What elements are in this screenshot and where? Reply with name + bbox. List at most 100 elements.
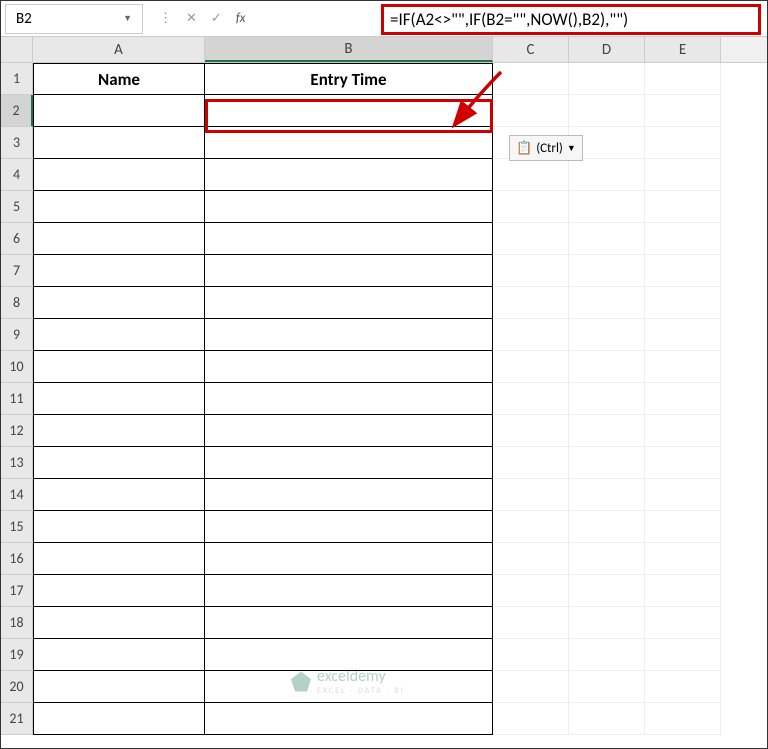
cell-C19[interactable] [493,639,569,671]
cell-E21[interactable] [645,703,721,735]
cell-E18[interactable] [645,607,721,639]
cell-C16[interactable] [493,543,569,575]
row-header[interactable]: 14 [1,479,33,511]
cell-B2[interactable] [205,95,493,127]
row-header[interactable]: 17 [1,575,33,607]
row-header[interactable]: 9 [1,319,33,351]
col-header-b[interactable]: B [205,37,493,62]
row-header[interactable]: 2 [1,95,33,127]
cell-D12[interactable] [569,415,645,447]
cell-B18[interactable] [205,607,493,639]
cell-A5[interactable] [33,191,205,223]
cell-B8[interactable] [205,287,493,319]
cell-C9[interactable] [493,319,569,351]
cell-A14[interactable] [33,479,205,511]
cell-B4[interactable] [205,159,493,191]
row-header[interactable]: 13 [1,447,33,479]
cell-B21[interactable] [205,703,493,735]
cell-A21[interactable] [33,703,205,735]
cancel-icon[interactable]: ✕ [186,11,197,26]
cell-A15[interactable] [33,511,205,543]
cell-D8[interactable] [569,287,645,319]
cell-C18[interactable] [493,607,569,639]
cell-C14[interactable] [493,479,569,511]
cell-E12[interactable] [645,415,721,447]
row-header[interactable]: 10 [1,351,33,383]
cell-E9[interactable] [645,319,721,351]
cell-A18[interactable] [33,607,205,639]
cell-A8[interactable] [33,287,205,319]
cell-A13[interactable] [33,447,205,479]
cell-A7[interactable] [33,255,205,287]
cell-D13[interactable] [569,447,645,479]
col-header-a[interactable]: A [33,37,205,62]
cell-A12[interactable] [33,415,205,447]
cell-B6[interactable] [205,223,493,255]
cell-A3[interactable] [33,127,205,159]
cell-E20[interactable] [645,671,721,703]
cell-B15[interactable] [205,511,493,543]
cell-C7[interactable] [493,255,569,287]
cell-E5[interactable] [645,191,721,223]
row-header[interactable]: 11 [1,383,33,415]
cell-D21[interactable] [569,703,645,735]
cell-D16[interactable] [569,543,645,575]
cell-B17[interactable] [205,575,493,607]
cell-B9[interactable] [205,319,493,351]
cell-C6[interactable] [493,223,569,255]
cell-A9[interactable] [33,319,205,351]
cell-A17[interactable] [33,575,205,607]
cell-A10[interactable] [33,351,205,383]
cell-D10[interactable] [569,351,645,383]
row-header[interactable]: 18 [1,607,33,639]
row-header[interactable]: 8 [1,287,33,319]
row-header[interactable]: 6 [1,223,33,255]
cell-D7[interactable] [569,255,645,287]
select-all-corner[interactable] [1,37,33,62]
cell-B13[interactable] [205,447,493,479]
row-header[interactable]: 19 [1,639,33,671]
row-header[interactable]: 12 [1,415,33,447]
cell-B7[interactable] [205,255,493,287]
cell-A2[interactable] [33,95,205,127]
cell-D6[interactable] [569,223,645,255]
cell-B10[interactable] [205,351,493,383]
cell-E17[interactable] [645,575,721,607]
cell-B5[interactable] [205,191,493,223]
cell-E2[interactable] [645,95,721,127]
cell-B11[interactable] [205,383,493,415]
cell-C12[interactable] [493,415,569,447]
cell-D20[interactable] [569,671,645,703]
cell-D2[interactable] [569,95,645,127]
name-box[interactable]: B2 ▼ [5,4,143,34]
row-header[interactable]: 4 [1,159,33,191]
cell-C13[interactable] [493,447,569,479]
row-header[interactable]: 3 [1,127,33,159]
cell-E3[interactable] [645,127,721,159]
chevron-down-icon[interactable]: ▼ [123,13,132,24]
cell-C5[interactable] [493,191,569,223]
cell-C11[interactable] [493,383,569,415]
col-header-d[interactable]: D [569,37,645,62]
cell-D14[interactable] [569,479,645,511]
accept-icon[interactable]: ✓ [211,11,222,26]
cell-A1[interactable]: Name [33,63,205,95]
cell-E14[interactable] [645,479,721,511]
cell-E10[interactable] [645,351,721,383]
cell-A11[interactable] [33,383,205,415]
cell-A19[interactable] [33,639,205,671]
cell-B16[interactable] [205,543,493,575]
cell-E4[interactable] [645,159,721,191]
cell-D4[interactable] [569,159,645,191]
row-header[interactable]: 20 [1,671,33,703]
cell-E16[interactable] [645,543,721,575]
cell-A6[interactable] [33,223,205,255]
row-header[interactable]: 21 [1,703,33,735]
col-header-c[interactable]: C [493,37,569,62]
cell-C1[interactable] [493,63,569,95]
cell-D5[interactable] [569,191,645,223]
cell-C20[interactable] [493,671,569,703]
paste-options-button[interactable]: 📋 (Ctrl) ▼ [509,135,583,161]
cell-D1[interactable] [569,63,645,95]
cell-C10[interactable] [493,351,569,383]
